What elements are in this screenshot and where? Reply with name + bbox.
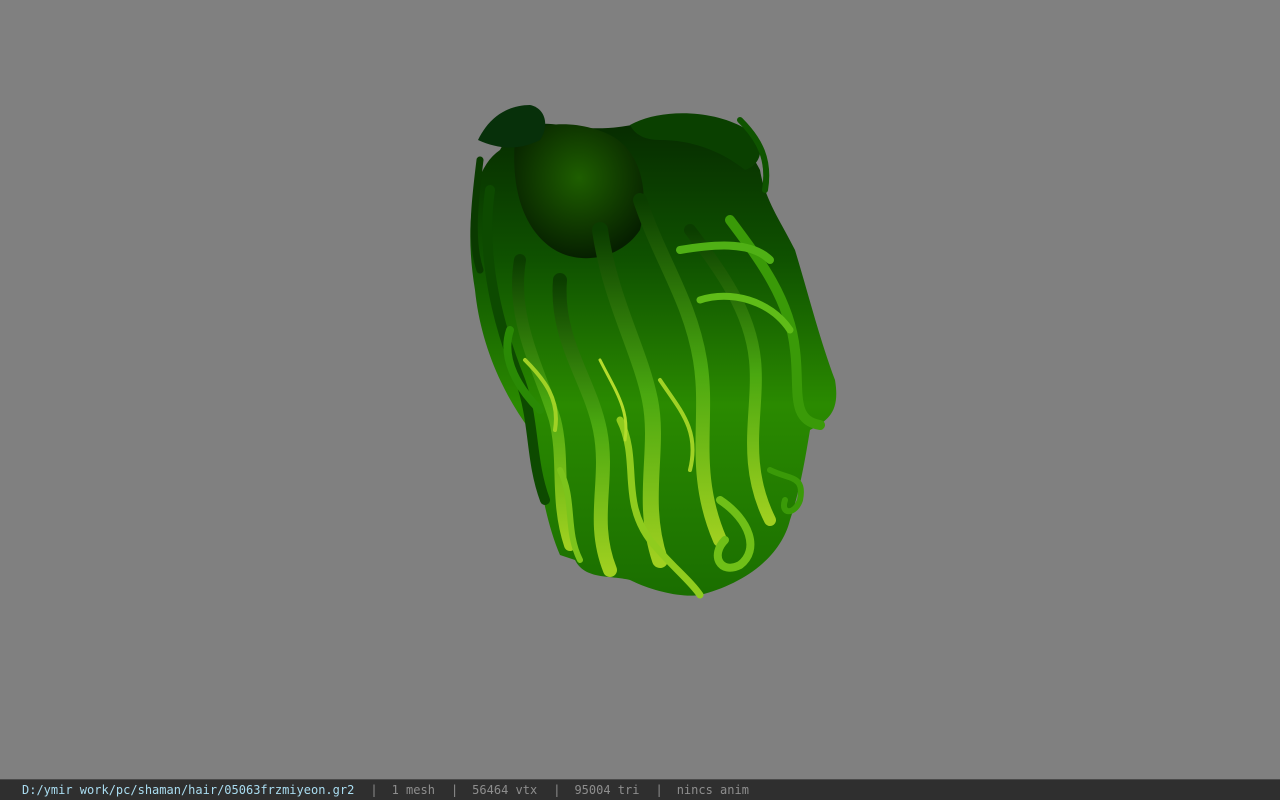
separator: | (553, 783, 561, 797)
animation-status: nincs anim (676, 783, 749, 797)
separator: | (655, 783, 663, 797)
triangle-count: 95004 tri (574, 783, 640, 797)
file-path: D:/ymir work/pc/shaman/hair/05063frzmiye… (22, 783, 355, 797)
3d-viewport[interactable] (0, 0, 1280, 779)
separator: | (370, 783, 378, 797)
separator: | (450, 783, 459, 797)
mesh-count: 1 mesh (391, 783, 435, 797)
hair-model-render[interactable] (0, 0, 1280, 779)
vertex-count: 56464 vtx (472, 783, 538, 797)
status-bar: D:/ymir work/pc/shaman/hair/05063frzmiye… (0, 779, 1280, 800)
